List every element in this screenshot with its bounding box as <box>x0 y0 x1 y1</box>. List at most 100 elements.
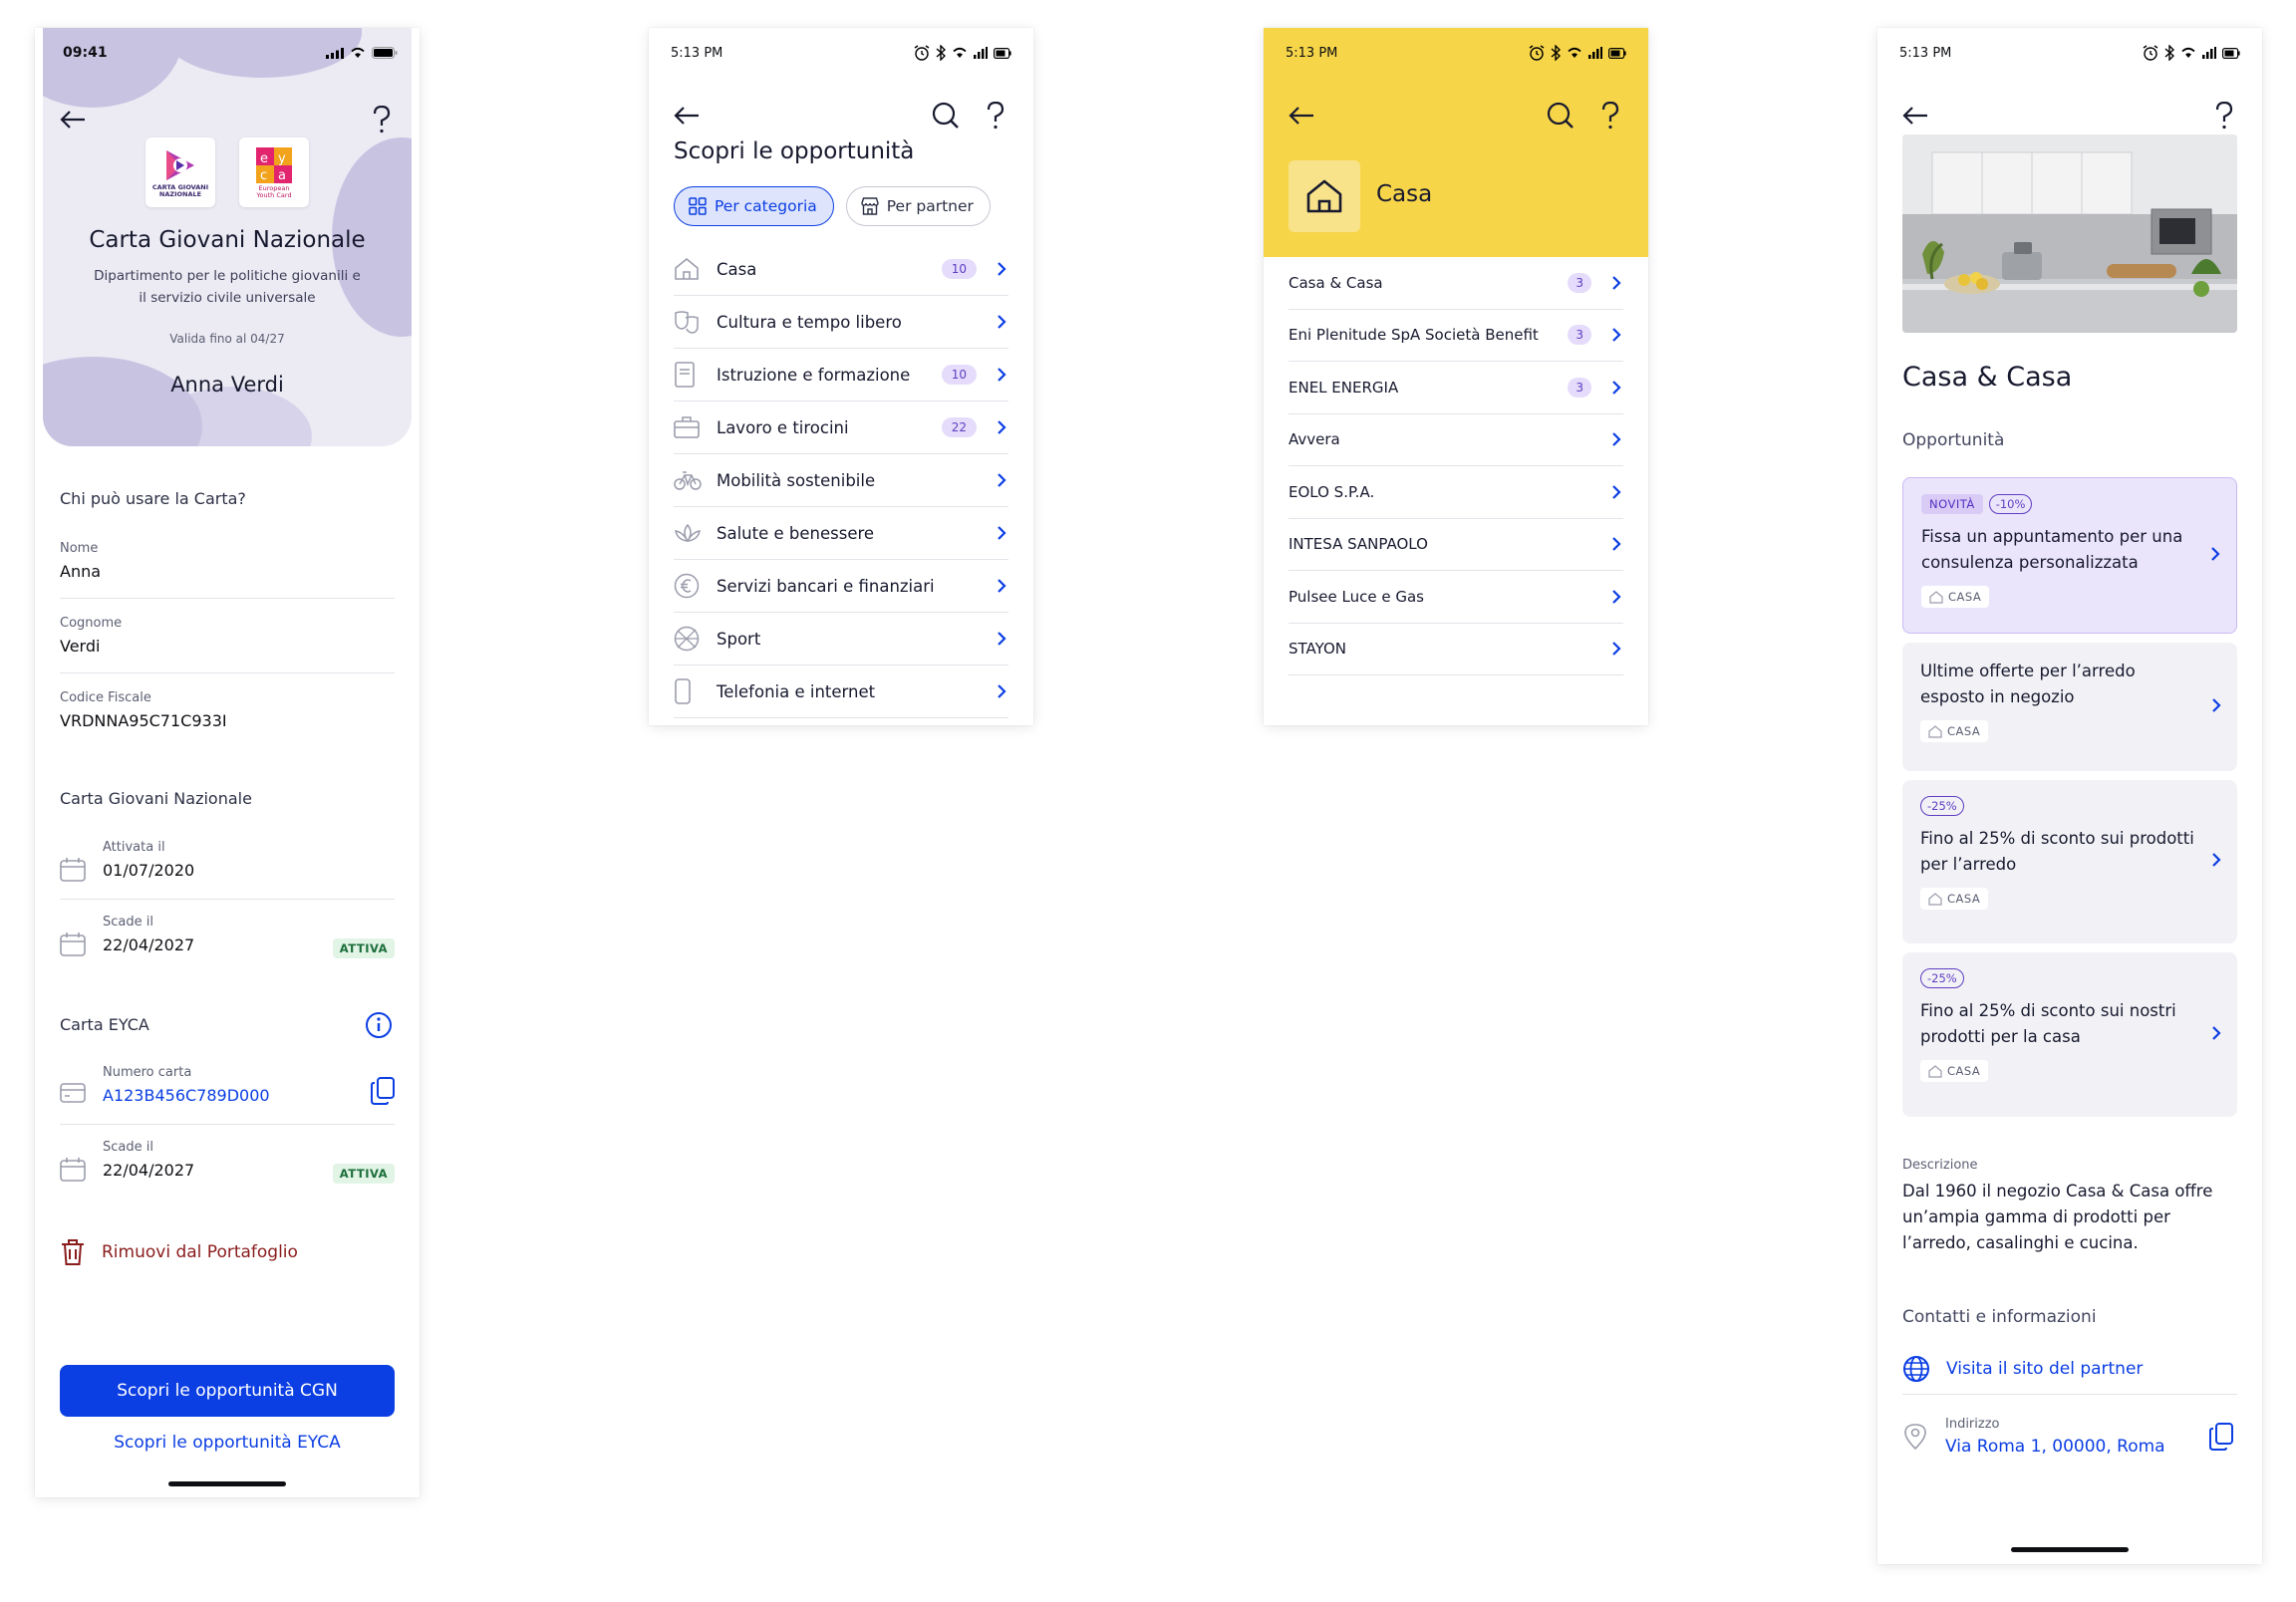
back-arrow-icon[interactable] <box>671 100 703 132</box>
tab-by-partner[interactable]: Per partner <box>845 186 991 226</box>
list-item[interactable]: Eni Plenitude SpA Società Benefit 3 <box>1289 310 1623 362</box>
chevron-right-icon <box>995 525 1008 541</box>
category-partners-screen: 5:13 PM Casa Casa & Casa 3 Eni Plenitude … <box>1264 28 1648 725</box>
battery-icon <box>994 47 1011 59</box>
description-label: Descrizione <box>1902 1158 1978 1173</box>
bluetooth-icon <box>936 45 946 61</box>
address-value[interactable]: Via Roma 1, 00000, Roma <box>1945 1437 2205 1457</box>
category-tag: CASA <box>1920 1060 1989 1082</box>
status-time: 5:13 PM <box>1899 45 1952 61</box>
list-item[interactable]: Pulsee Luce e Gas <box>1289 571 1623 624</box>
list-item[interactable]: Sport <box>674 613 1008 666</box>
remove-label: Rimuovi dal Portafoglio <box>102 1242 298 1262</box>
euro-icon <box>674 573 704 599</box>
back-arrow-icon[interactable] <box>1286 100 1317 132</box>
chevron-right-icon <box>995 472 1008 488</box>
status-icons <box>1529 45 1626 61</box>
offer-card[interactable]: -25% Fino al 25% di sconto sui nostri pr… <box>1902 952 2237 1117</box>
website-row[interactable]: Visita il sito del partner <box>1902 1343 2237 1395</box>
calendar-icon <box>60 858 86 886</box>
chevron-right-icon <box>1609 589 1623 605</box>
partner-list: Casa & Casa 3 Eni Plenitude SpA Società B… <box>1289 257 1623 675</box>
list-item[interactable]: Mobilità sostenibile <box>674 454 1008 507</box>
chevron-right-icon <box>2211 697 2221 717</box>
calendar-icon <box>60 1158 86 1186</box>
back-arrow-icon[interactable] <box>1899 100 1931 132</box>
discover-cgn-button[interactable]: Scopri le opportunità CGN <box>60 1365 395 1417</box>
phone-icon <box>674 678 704 704</box>
list-item[interactable]: Cultura e tempo libero <box>674 296 1008 349</box>
copy-icon[interactable] <box>367 1075 399 1107</box>
fiscal-code-field: Codice Fiscale VRDNNA95C71C933I <box>60 690 395 748</box>
help-icon[interactable] <box>366 104 398 135</box>
cellular-signal-icon <box>2202 47 2216 59</box>
help-icon[interactable] <box>1594 100 1626 132</box>
svg-text:a: a <box>278 168 286 183</box>
help-icon[interactable] <box>2208 100 2240 132</box>
info-icon[interactable] <box>363 1009 395 1041</box>
chevron-right-icon <box>1609 275 1623 291</box>
discount-badge: -25% <box>1920 796 1964 816</box>
offer-card[interactable]: NOVITÀ -10% Fissa un appuntamento per una… <box>1902 477 2237 634</box>
list-item[interactable]: INTESA SANPAOLO <box>1289 519 1623 571</box>
address-label: Indirizzo <box>1945 1417 2000 1432</box>
store-icon <box>861 197 879 215</box>
svg-text:c: c <box>260 168 267 183</box>
book-icon <box>674 362 704 388</box>
list-item[interactable]: Casa 10 <box>674 243 1008 296</box>
home-indicator <box>2011 1547 2129 1552</box>
home-icon <box>1929 590 1943 604</box>
tab-by-partner-label: Per partner <box>886 197 974 215</box>
remove-from-wallet-button[interactable]: Rimuovi dal Portafoglio <box>60 1238 298 1266</box>
chevron-right-icon <box>2211 852 2221 872</box>
list-item[interactable]: Istruzione e formazione 10 <box>674 349 1008 401</box>
address-row: Indirizzo Via Roma 1, 00000, Roma <box>1902 1408 2237 1466</box>
partner-label: Avvera <box>1289 430 1340 449</box>
offer-title: Fino al 25% di sconto sui prodotti per l… <box>1920 829 2194 874</box>
search-icon[interactable] <box>930 100 962 132</box>
category-tag: CASA <box>1920 720 1989 742</box>
list-item[interactable]: Salute e benessere <box>674 507 1008 560</box>
status-icons <box>326 47 398 59</box>
name-label: Nome <box>60 541 99 556</box>
cgn-logo: CARTA GIOVANI NAZIONALE <box>145 137 215 207</box>
offer-card[interactable]: -25% Fino al 25% di sconto sui prodotti … <box>1902 780 2237 943</box>
eyca-number-value[interactable]: A123B456C789D000 <box>103 1086 270 1105</box>
back-arrow-icon[interactable] <box>57 104 89 135</box>
discount-badge: -10% <box>1988 494 2033 514</box>
category-list: Casa 10 Cultura e tempo libero Istruzion… <box>674 243 1008 718</box>
list-item[interactable]: Telefonia e internet <box>674 666 1008 718</box>
tab-by-category[interactable]: Per categoria <box>674 186 834 226</box>
chevron-right-icon <box>2211 1025 2221 1045</box>
surname-label: Cognome <box>60 616 123 631</box>
category-label: Salute e benessere <box>717 523 875 543</box>
category-count: 22 <box>941 417 977 437</box>
category-label: Servizi bancari e finanziari <box>717 576 935 596</box>
offer-title: Fissa un appuntamento per una consulenza… <box>1921 527 2183 572</box>
website-link[interactable]: Visita il sito del partner <box>1946 1359 2143 1379</box>
list-item[interactable]: EOLO S.P.A. <box>1289 466 1623 519</box>
surname-value: Verdi <box>60 637 101 656</box>
status-bar: 5:13 PM <box>1264 28 1648 78</box>
list-item[interactable]: STAYON <box>1289 624 1623 675</box>
svg-text:y: y <box>278 151 286 166</box>
search-icon[interactable] <box>1545 100 1577 132</box>
help-icon[interactable] <box>980 100 1011 132</box>
name-field: Nome Anna <box>60 541 395 599</box>
calendar-icon <box>60 933 86 960</box>
discover-eyca-link[interactable]: Scopri le opportunità EYCA <box>60 1433 395 1453</box>
copy-icon[interactable] <box>2205 1421 2237 1453</box>
list-item[interactable]: Casa & Casa 3 <box>1289 257 1623 310</box>
list-item[interactable]: Servizi bancari e finanziari <box>674 560 1008 613</box>
description-text: Dal 1960 il negozio Casa & Casa offre un… <box>1902 1182 2213 1252</box>
eyca-expiry-value: 22/04/2027 <box>103 1161 195 1180</box>
offer-card[interactable]: Ultime offerte per l’arredo esposto in n… <box>1902 643 2237 771</box>
chevron-right-icon <box>995 578 1008 594</box>
eyca-expiry-label: Scade il <box>103 1140 153 1155</box>
cellular-signal-icon <box>1588 47 1602 59</box>
list-item[interactable]: Avvera <box>1289 414 1623 466</box>
list-item[interactable]: ENEL ENERGIA 3 <box>1289 362 1623 414</box>
chevron-right-icon <box>2210 546 2220 566</box>
list-item[interactable]: Lavoro e tirocini 22 <box>674 401 1008 454</box>
opportunities-title: Opportunità <box>1902 430 2005 450</box>
